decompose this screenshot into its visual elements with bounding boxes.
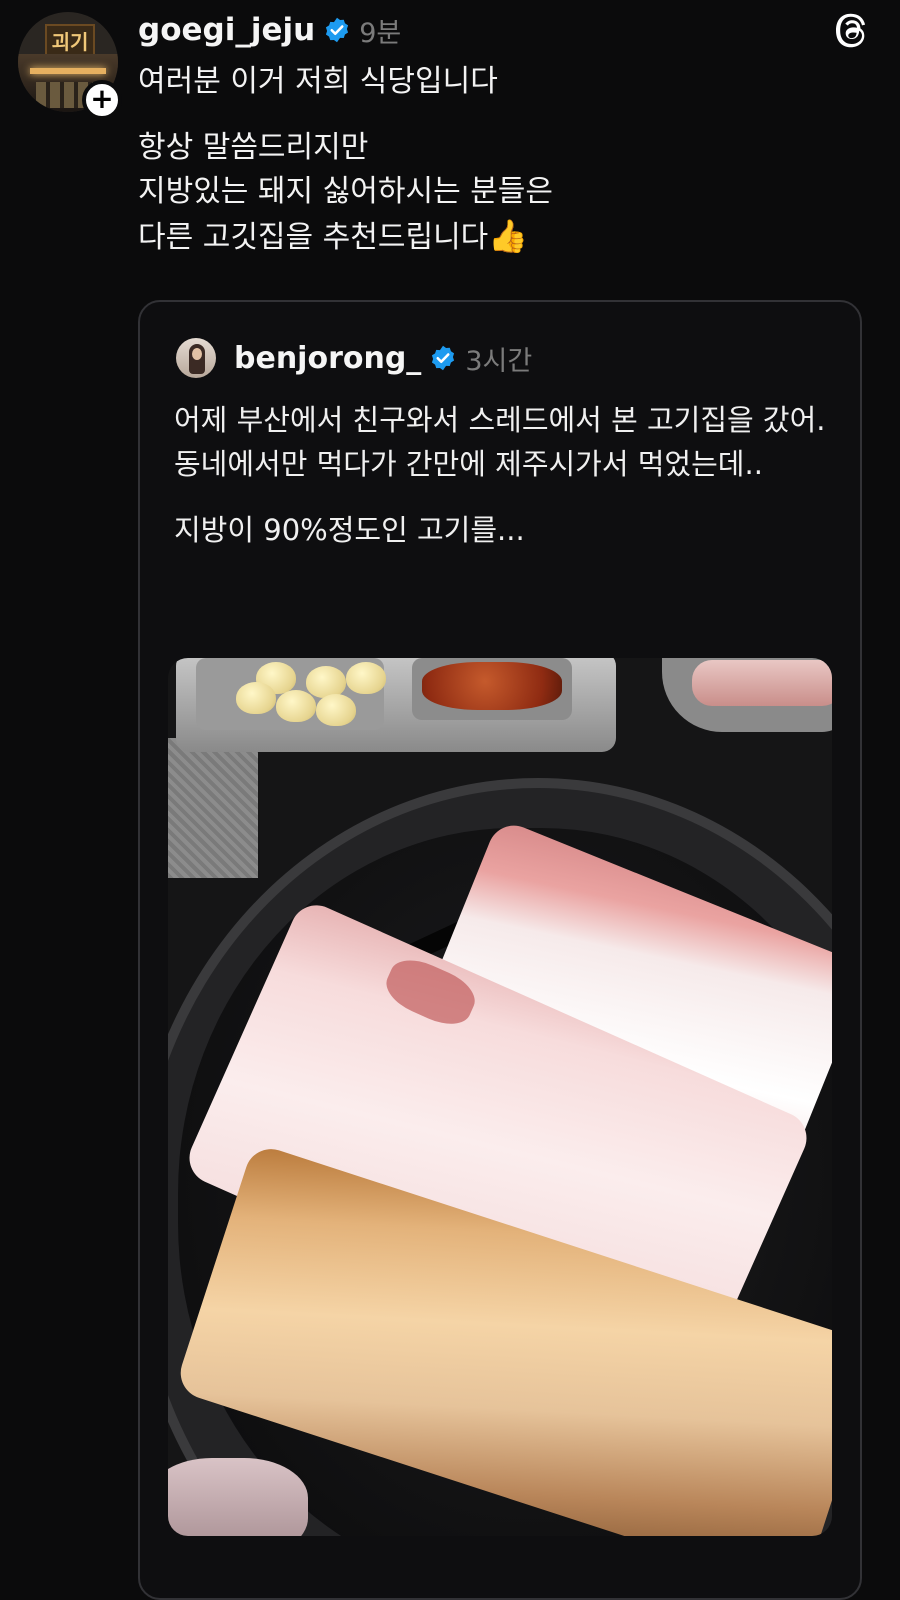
quoted-post-card[interactable]: benjorong_ 3시간 어제 부산에서 친구와서 스레드에서 본 고기집을… — [138, 300, 862, 1600]
post-header: goegi_jeju 9분 — [138, 8, 401, 52]
quoted-line: 동네에서만 먹다가 간만에 제주시가서 먹었는데.. — [174, 447, 763, 481]
pork-slice — [168, 1458, 308, 1536]
quoted-post-time: 3시간 — [465, 345, 533, 377]
quoted-line: 어제 부산에서 친구와서 스레드에서 본 고기집을 갔어. — [174, 403, 826, 437]
sauce-compartment — [412, 658, 572, 720]
post-line: 항상 말씀드리지만 — [138, 130, 369, 165]
author-username[interactable]: goegi_jeju — [138, 12, 315, 48]
garlic-compartment — [196, 658, 386, 730]
post-line: 다른 고깃집을 추천드립니다👍 — [138, 214, 838, 260]
verified-badge-icon — [429, 344, 457, 372]
pork-belly-photo[interactable] — [168, 658, 832, 1536]
quoted-line: 지방이 90%정도인 고기를... — [174, 513, 525, 547]
thumbs-up-emoji: 👍 — [488, 217, 529, 255]
meat-plate — [662, 658, 832, 732]
stone-counter — [168, 738, 258, 878]
verified-badge-icon — [323, 16, 351, 44]
threads-logo-icon[interactable] — [830, 8, 874, 52]
plus-icon: + — [90, 82, 114, 115]
follow-button[interactable]: + — [82, 80, 122, 120]
quoted-author-avatar[interactable] — [176, 338, 216, 378]
side-dish-tray — [176, 658, 616, 752]
post-line: 지방있는 돼지 싫어하시는 분들은 — [138, 174, 554, 209]
quoted-author-username[interactable]: benjorong_ — [234, 341, 421, 376]
avatar-sign: 괴기 — [45, 24, 95, 56]
quoted-post-header: benjorong_ 3시간 — [234, 338, 532, 378]
post-line: 여러분 이거 저희 식당입니다 — [138, 64, 498, 99]
post-line-text: 다른 고깃집을 추천드립니다 — [138, 220, 489, 255]
post-time: 9분 — [359, 17, 402, 49]
sauce — [422, 662, 562, 710]
quoted-post-text: 어제 부산에서 친구와서 스레드에서 본 고기집을 갔어. 동네에서만 먹다가 … — [174, 398, 834, 552]
post-text: 여러분 이거 저희 식당입니다 항상 말씀드리지만 지방있는 돼지 싫어하시는 … — [138, 60, 838, 260]
